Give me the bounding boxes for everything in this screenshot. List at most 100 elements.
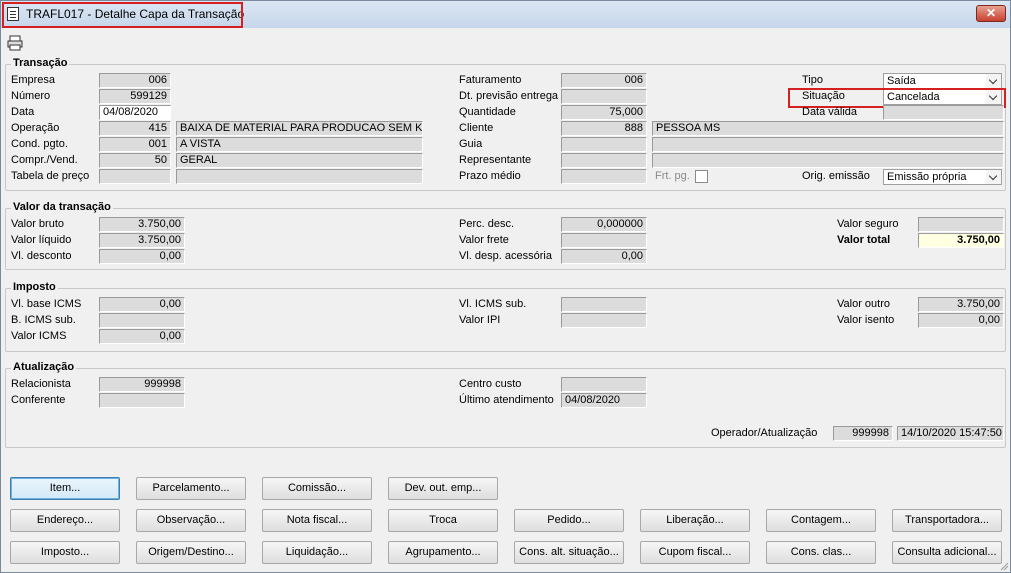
faturamento-field[interactable]: 006 xyxy=(561,73,647,88)
valor-ipi-field[interactable] xyxy=(561,313,647,328)
operador-field[interactable]: 999998 xyxy=(833,426,893,441)
vl-desconto-label: Vl. desconto xyxy=(11,250,72,262)
origem-destino-button[interactable]: Origem/Destino... xyxy=(136,541,246,564)
valor-seguro-field[interactable] xyxy=(918,217,1004,232)
data-field[interactable]: 04/08/2020 xyxy=(99,105,171,120)
troca-button[interactable]: Troca xyxy=(388,509,498,532)
valor-bruto-field[interactable]: 3.750,00 xyxy=(99,217,185,232)
base-icms-field[interactable]: 0,00 xyxy=(99,297,185,312)
compr-vend-code-field[interactable]: 50 xyxy=(99,153,171,168)
valor-icms-label: Valor ICMS xyxy=(11,330,67,342)
liquidacao-button[interactable]: Liquidação... xyxy=(262,541,372,564)
operador-data-field[interactable]: 14/10/2020 15:47:50 xyxy=(897,426,1004,441)
ultimo-atendimento-label: Último atendimento xyxy=(459,394,554,406)
orig-emissao-select[interactable]: Emissão própria xyxy=(883,169,1002,185)
title-highlight-box xyxy=(2,2,243,28)
valor-total-field[interactable]: 3.750,00 xyxy=(918,233,1004,248)
consulta-adicional-button[interactable]: Consulta adicional... xyxy=(892,541,1002,564)
cond-pgto-desc-field[interactable]: A VISTA xyxy=(176,137,423,152)
valor-icms-field[interactable]: 0,00 xyxy=(99,329,185,344)
comissao-button[interactable]: Comissão... xyxy=(262,477,372,500)
observacao-button[interactable]: Observação... xyxy=(136,509,246,532)
printer-icon[interactable] xyxy=(6,34,24,52)
tipo-select[interactable]: Saída xyxy=(883,73,1002,89)
transportadora-button[interactable]: Transportadora... xyxy=(892,509,1002,532)
empresa-label: Empresa xyxy=(11,74,56,86)
tabela-preco-code-field[interactable] xyxy=(99,169,171,184)
tabela-preco-desc-field[interactable] xyxy=(176,169,423,184)
faturamento-label: Faturamento xyxy=(459,74,522,86)
cupom-fiscal-button[interactable]: Cupom fiscal... xyxy=(640,541,750,564)
perc-desc-label: Perc. desc. xyxy=(459,218,515,230)
representante-code-field[interactable] xyxy=(561,153,647,168)
prazo-medio-field[interactable] xyxy=(561,169,647,184)
tabela-preco-label: Tabela de preço xyxy=(11,170,90,182)
valor-ipi-label: Valor IPI xyxy=(459,314,501,326)
numero-field[interactable]: 599129 xyxy=(99,89,171,104)
orig-emissao-value: Emissão própria xyxy=(887,171,967,183)
data-valida-field[interactable] xyxy=(883,105,1004,120)
dt-previsao-field[interactable] xyxy=(561,89,647,104)
guia-code-field[interactable] xyxy=(561,137,647,152)
valor-liquido-field[interactable]: 3.750,00 xyxy=(99,233,185,248)
b-icms-sub-field[interactable] xyxy=(99,313,185,328)
desp-acessoria-label: Vl. desp. acessória xyxy=(459,250,552,262)
desp-acessoria-field[interactable]: 0,00 xyxy=(561,249,647,264)
imposto-button[interactable]: Imposto... xyxy=(10,541,120,564)
main-window: TRAFL017 - Detalhe Capa da Transação ✕ T… xyxy=(0,0,1011,573)
prazo-medio-label: Prazo médio xyxy=(459,170,521,182)
chevron-down-icon[interactable] xyxy=(986,74,1001,88)
tipo-value: Saída xyxy=(887,75,916,87)
compr-vend-desc-field[interactable]: GERAL xyxy=(176,153,423,168)
operador-label: Operador/Atualização xyxy=(711,427,818,439)
valor-isento-field[interactable]: 0,00 xyxy=(918,313,1004,328)
frt-pg-label: Frt. pg. xyxy=(655,170,690,182)
centro-custo-field[interactable] xyxy=(561,377,647,392)
cons-alt-situacao-button[interactable]: Cons. alt. situação... xyxy=(514,541,624,564)
endereco-button[interactable]: Endereço... xyxy=(10,509,120,532)
icms-sub-field[interactable] xyxy=(561,297,647,312)
agrupamento-button[interactable]: Agrupamento... xyxy=(388,541,498,564)
tipo-label: Tipo xyxy=(802,74,823,86)
group-imposto-title: Imposto xyxy=(11,281,58,293)
relacionista-field[interactable]: 999998 xyxy=(99,377,185,392)
operacao-desc-field[interactable]: BAIXA DE MATERIAL PARA PRODUCAO SEM KAR xyxy=(176,121,423,136)
guia-label: Guia xyxy=(459,138,483,150)
representante-desc-field[interactable] xyxy=(652,153,1004,168)
cliente-desc-field[interactable]: PESSOA MS xyxy=(652,121,1004,136)
quantidade-field[interactable]: 75,000 xyxy=(561,105,647,120)
cliente-code-field[interactable]: 888 xyxy=(561,121,647,136)
guia-desc-field[interactable] xyxy=(652,137,1004,152)
dt-previsao-label: Dt. previsão entrega xyxy=(459,90,559,102)
frt-pg-checkbox[interactable] xyxy=(695,170,708,183)
data-valida-label: Data válida xyxy=(802,106,858,118)
perc-desc-field[interactable]: 0,000000 xyxy=(561,217,647,232)
relacionista-label: Relacionista xyxy=(11,378,71,390)
group-transacao-title: Transação xyxy=(11,57,70,69)
valor-isento-label: Valor isento xyxy=(837,314,895,326)
resize-grip-icon[interactable] xyxy=(999,561,1009,571)
cliente-label: Cliente xyxy=(459,122,494,134)
valor-outro-label: Valor outro xyxy=(837,298,890,310)
b-icms-sub-label: B. ICMS sub. xyxy=(11,314,76,326)
nota-fiscal-button[interactable]: Nota fiscal... xyxy=(262,509,372,532)
parcelamento-button[interactable]: Parcelamento... xyxy=(136,477,246,500)
dev-out-emp-button[interactable]: Dev. out. emp... xyxy=(388,477,498,500)
valor-outro-field[interactable]: 3.750,00 xyxy=(918,297,1004,312)
operacao-label: Operação xyxy=(11,122,60,134)
contagem-button[interactable]: Contagem... xyxy=(766,509,876,532)
cond-pgto-code-field[interactable]: 001 xyxy=(99,137,171,152)
conferente-label: Conferente xyxy=(11,394,66,406)
chevron-down-icon[interactable] xyxy=(986,170,1001,184)
operacao-code-field[interactable]: 415 xyxy=(99,121,171,136)
vl-desconto-field[interactable]: 0,00 xyxy=(99,249,185,264)
ultimo-atendimento-field[interactable]: 04/08/2020 xyxy=(561,393,647,408)
valor-frete-field[interactable] xyxy=(561,233,647,248)
pedido-button[interactable]: Pedido... xyxy=(514,509,624,532)
conferente-field[interactable] xyxy=(99,393,185,408)
liberacao-button[interactable]: Liberação... xyxy=(640,509,750,532)
close-button[interactable]: ✕ xyxy=(976,5,1006,22)
empresa-field[interactable]: 006 xyxy=(99,73,171,88)
cons-clas-button[interactable]: Cons. clas... xyxy=(766,541,876,564)
item-button[interactable]: Item... xyxy=(10,477,120,500)
